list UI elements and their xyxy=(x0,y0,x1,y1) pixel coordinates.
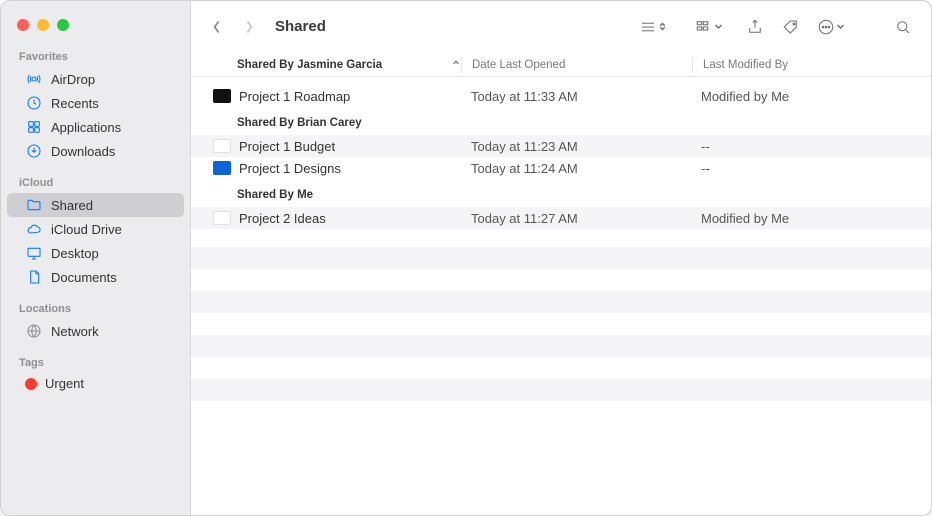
window-controls xyxy=(1,9,190,45)
view-mode-group xyxy=(629,14,677,40)
documents-icon xyxy=(25,268,43,286)
file-date: Today at 11:24 AM xyxy=(461,161,691,176)
window-title: Shared xyxy=(275,18,326,35)
file-icon xyxy=(213,211,231,225)
sidebar-item-label: Desktop xyxy=(51,246,99,261)
forward-button[interactable] xyxy=(237,13,261,41)
cloud-icon xyxy=(25,220,43,238)
file-modified-by: Modified by Me xyxy=(691,211,921,226)
sidebar-item-label: AirDrop xyxy=(51,72,95,87)
column-header-date[interactable]: Date Last Opened xyxy=(462,59,692,71)
main-pane: Shared xyxy=(191,1,931,515)
file-row[interactable]: Project 2 Ideas Today at 11:27 AMModified… xyxy=(191,207,931,229)
sidebar: Favorites AirDrop Recents Applications D… xyxy=(1,1,191,515)
file-date: Today at 11:33 AM xyxy=(461,89,691,104)
file-date: Today at 11:23 AM xyxy=(461,139,691,154)
airdrop-icon xyxy=(25,70,43,88)
downloads-icon xyxy=(25,142,43,160)
sidebar-item-label: Recents xyxy=(51,96,99,111)
search-button[interactable] xyxy=(889,14,917,40)
shared-folder-icon xyxy=(25,196,43,214)
sidebar-item-label: Shared xyxy=(51,198,93,213)
sidebar-item-label: iCloud Drive xyxy=(51,222,122,237)
sidebar-item-downloads[interactable]: Downloads xyxy=(7,139,184,163)
sidebar-item-network[interactable]: Network xyxy=(7,319,184,343)
file-name: Project 1 Roadmap xyxy=(239,89,350,104)
file-row[interactable]: Project 1 Designs Today at 11:24 AM-- xyxy=(191,157,931,179)
desktop-icon xyxy=(25,244,43,262)
sidebar-item-documents[interactable]: Documents xyxy=(7,265,184,289)
sidebar-item-label: Urgent xyxy=(45,376,84,391)
sidebar-item-icloud-drive[interactable]: iCloud Drive xyxy=(7,217,184,241)
sidebar-section-tags: Tags xyxy=(1,351,190,373)
group-header: Shared By Me xyxy=(191,179,931,207)
file-modified-by: Modified by Me xyxy=(691,89,921,104)
sidebar-item-label: Downloads xyxy=(51,144,115,159)
file-name: Project 2 Ideas xyxy=(239,211,326,226)
file-list[interactable]: Project 1 RoadmapToday at 11:33 AMModifi… xyxy=(191,77,931,515)
share-button[interactable] xyxy=(741,14,769,40)
view-list-button[interactable] xyxy=(635,14,671,40)
file-row[interactable]: Project 1 Roadmap Today at 11:33 AMModifi… xyxy=(191,85,931,107)
sidebar-item-shared[interactable]: Shared xyxy=(7,193,184,217)
back-button[interactable] xyxy=(205,13,229,41)
group-by-button[interactable] xyxy=(691,14,727,40)
file-date: Today at 11:27 AM xyxy=(461,211,691,226)
sidebar-item-label: Network xyxy=(51,324,99,339)
sidebar-item-label: Documents xyxy=(51,270,117,285)
finder-window: Favorites AirDrop Recents Applications D… xyxy=(0,0,932,516)
sidebar-item-desktop[interactable]: Desktop xyxy=(7,241,184,265)
sidebar-item-airdrop[interactable]: AirDrop xyxy=(7,67,184,91)
sidebar-item-recents[interactable]: Recents xyxy=(7,91,184,115)
sidebar-section-favorites: Favorites xyxy=(1,45,190,67)
close-button[interactable] xyxy=(17,19,29,31)
sidebar-item-applications[interactable]: Applications xyxy=(7,115,184,139)
column-header-name[interactable]: Shared By Jasmine Garcia xyxy=(191,58,461,71)
tag-dot-icon xyxy=(25,378,37,390)
columns-header: Shared By Jasmine Garcia Date Last Opene… xyxy=(191,53,931,77)
file-name: Project 1 Designs xyxy=(239,161,341,176)
more-button[interactable] xyxy=(813,14,849,40)
sort-ascending-icon xyxy=(451,58,461,71)
file-name: Project 1 Budget xyxy=(239,139,335,154)
file-row[interactable]: Project 1 Budget Today at 11:23 AM-- xyxy=(191,135,931,157)
sidebar-section-icloud: iCloud xyxy=(1,171,190,193)
apps-icon xyxy=(25,118,43,136)
tags-button[interactable] xyxy=(777,14,805,40)
file-icon xyxy=(213,89,231,103)
group-header: Shared By Brian Carey xyxy=(191,107,931,135)
globe-icon xyxy=(25,322,43,340)
sidebar-item-tag-urgent[interactable]: Urgent xyxy=(7,373,184,394)
minimize-button[interactable] xyxy=(37,19,49,31)
file-modified-by: -- xyxy=(691,139,921,154)
file-modified-by: -- xyxy=(691,161,921,176)
zoom-button[interactable] xyxy=(57,19,69,31)
column-header-modified[interactable]: Last Modified By xyxy=(693,59,925,71)
sidebar-item-label: Applications xyxy=(51,120,121,135)
file-icon xyxy=(213,161,231,175)
sidebar-section-locations: Locations xyxy=(1,297,190,319)
group-by-group xyxy=(685,14,733,40)
clock-icon xyxy=(25,94,43,112)
file-icon xyxy=(213,139,231,153)
toolbar: Shared xyxy=(191,1,931,53)
empty-rows xyxy=(191,229,931,423)
